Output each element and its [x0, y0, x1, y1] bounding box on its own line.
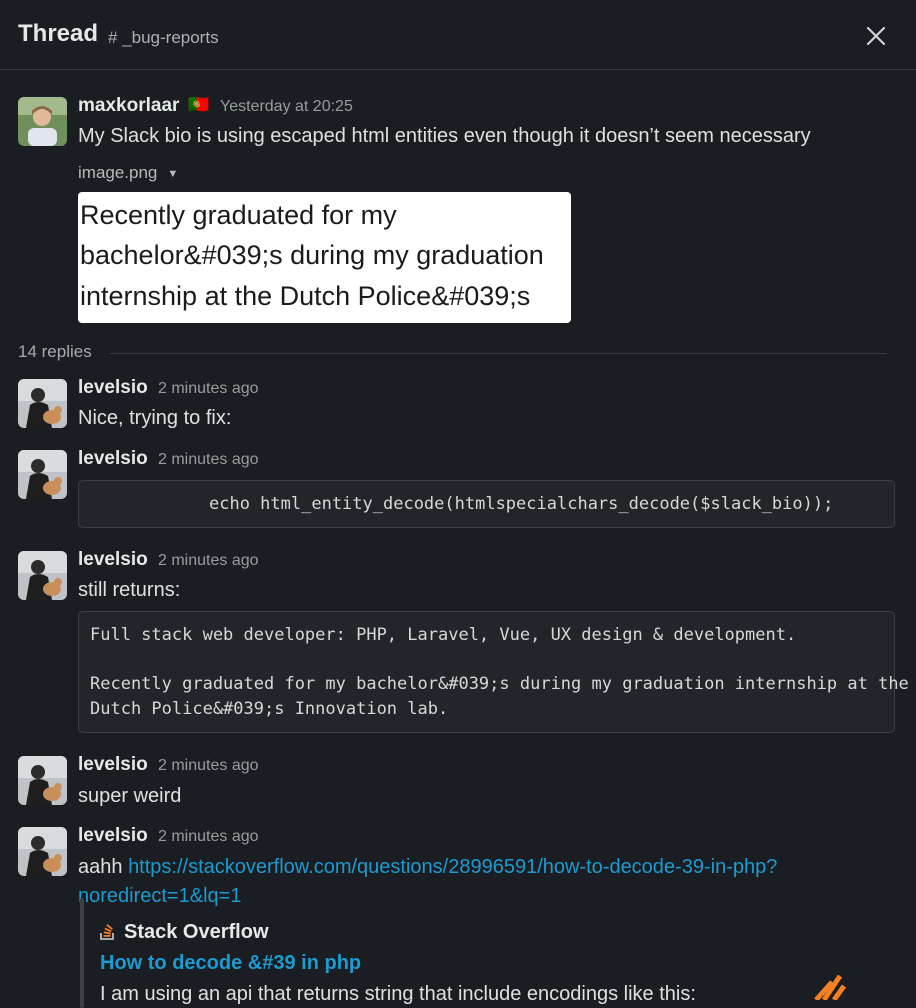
- stack-overflow-logo-icon: [810, 972, 850, 1002]
- code-block: Full stack web developer: PHP, Laravel, …: [78, 611, 909, 733]
- message-author[interactable]: levelsio: [78, 825, 148, 847]
- thread-header: Thread # _bug-reports: [0, 0, 916, 70]
- image-attachment[interactable]: Recently graduated for my bachelor&#039;…: [78, 192, 571, 323]
- unfurl-source[interactable]: Stack Overflow: [100, 921, 269, 946]
- image-text-line: Recently graduated for my: [80, 200, 397, 230]
- close-icon[interactable]: [860, 20, 892, 52]
- message-author[interactable]: levelsio: [78, 754, 148, 776]
- replies-divider: [110, 353, 887, 354]
- message-timestamp[interactable]: 2 minutes ago: [158, 552, 259, 570]
- message-author[interactable]: levelsio: [78, 549, 148, 571]
- avatar[interactable]: [18, 551, 67, 600]
- avatar[interactable]: [18, 97, 67, 146]
- message-author[interactable]: levelsio: [78, 377, 148, 399]
- message-author[interactable]: levelsio: [78, 448, 148, 470]
- caret-down-icon[interactable]: ▼: [167, 168, 178, 180]
- message-timestamp[interactable]: 2 minutes ago: [158, 380, 259, 398]
- message-timestamp[interactable]: Yesterday at 20:25: [220, 98, 353, 116]
- message-text: Nice, trying to fix:: [78, 407, 232, 429]
- file-label[interactable]: image.png ▼: [78, 163, 178, 183]
- image-text-line: internship at the Dutch Police&#039;s: [80, 281, 531, 311]
- message-author[interactable]: maxkorlaar: [78, 95, 179, 117]
- code-line: Full stack web developer: PHP, Laravel, …: [90, 625, 797, 645]
- channel-name[interactable]: # _bug-reports: [108, 28, 219, 48]
- unfurl-description: I am using an api that returns string th…: [100, 983, 696, 1005]
- message-text: still returns:: [78, 579, 181, 601]
- code-line: Dutch Police&#039;s Innovation lab.: [90, 699, 449, 719]
- code-line: Recently graduated for my bachelor&#039;…: [90, 674, 909, 694]
- message-timestamp[interactable]: 2 minutes ago: [158, 828, 259, 846]
- avatar[interactable]: [18, 379, 67, 428]
- message-timestamp[interactable]: 2 minutes ago: [158, 757, 259, 775]
- code-line: echo html_entity_decode(htmlspecialchars…: [209, 494, 834, 514]
- avatar[interactable]: [18, 450, 67, 499]
- code-block: echo html_entity_decode(htmlspecialchars…: [78, 480, 895, 528]
- message-text: aahh https://stackoverflow.com/questions…: [78, 856, 777, 879]
- thread-title: Thread: [18, 20, 99, 47]
- replies-count: 14 replies: [18, 342, 92, 361]
- unfurl-border: [80, 898, 84, 1008]
- message-text: My Slack bio is using escaped html entit…: [78, 125, 811, 147]
- message-link-continued[interactable]: noredirect=1&lq=1: [78, 885, 241, 908]
- message-link[interactable]: https://stackoverflow.com/questions/2899…: [128, 856, 777, 878]
- message-prefix: aahh: [78, 856, 123, 878]
- message-timestamp[interactable]: 2 minutes ago: [158, 451, 259, 469]
- message-text: super weird: [78, 785, 182, 807]
- file-name: image.png: [78, 163, 158, 182]
- avatar[interactable]: [18, 756, 67, 805]
- stack-overflow-icon: [100, 922, 124, 946]
- flag-emoji: 🇵🇹: [188, 95, 210, 114]
- image-text-line: bachelor&#039;s during my graduation: [80, 240, 544, 270]
- avatar[interactable]: [18, 827, 67, 876]
- unfurl-source-name: Stack Overflow: [124, 921, 269, 943]
- unfurl-title[interactable]: How to decode &#39 in php: [100, 952, 361, 975]
